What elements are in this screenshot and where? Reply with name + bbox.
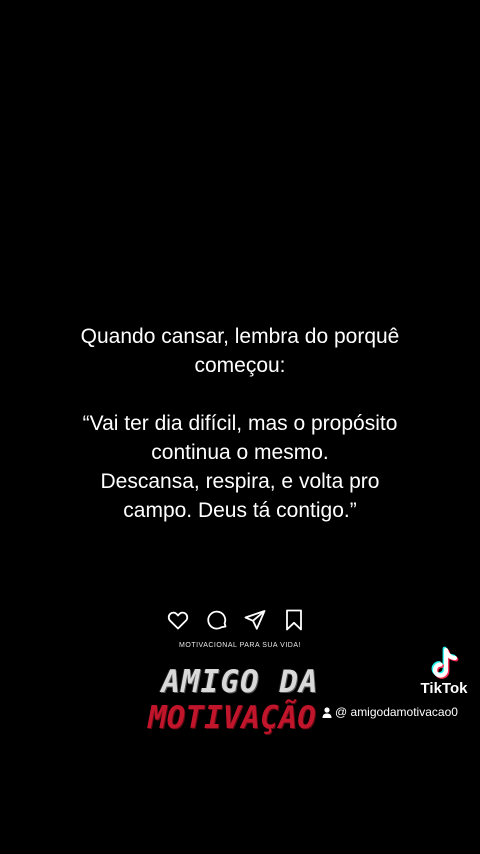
quote-spacer (20, 380, 460, 409)
tiktok-handle: @ amigodamotivacao0 (322, 703, 480, 721)
comment-icon (205, 608, 229, 632)
quote-line-3: Descansa, respira, e volta pro (100, 470, 380, 493)
share-icon (243, 608, 267, 632)
user-icon (322, 706, 332, 718)
tiktok-wordmark: TikTok (420, 680, 468, 697)
quote-text: Quando cansar, lembra do porquê começou:… (20, 322, 460, 525)
brand-tagline: MOTIVACIONAL PARA SUA VIDA! (179, 642, 301, 649)
brand-logo-line-1: AMIGO DA (161, 664, 319, 700)
tiktok-logo-icon (424, 644, 464, 684)
post-action-icons (166, 607, 306, 633)
brand-logo-line-2: MOTIVAÇÃO (148, 700, 316, 736)
quote-line-1: “Vai ter dia difícil, mas o propósito (82, 412, 398, 435)
quote-line-2: continua o mesmo. (151, 441, 329, 464)
quote-intro-line-2: começou: (194, 354, 286, 377)
bookmark-icon (282, 608, 306, 632)
tiktok-handle-text: @ amigodamotivacao0 (335, 705, 458, 719)
quote-intro-line-1: Quando cansar, lembra do porquê (80, 325, 400, 348)
heart-icon (166, 608, 190, 632)
quote-line-4: campo. Deus tá contigo.” (123, 499, 357, 522)
